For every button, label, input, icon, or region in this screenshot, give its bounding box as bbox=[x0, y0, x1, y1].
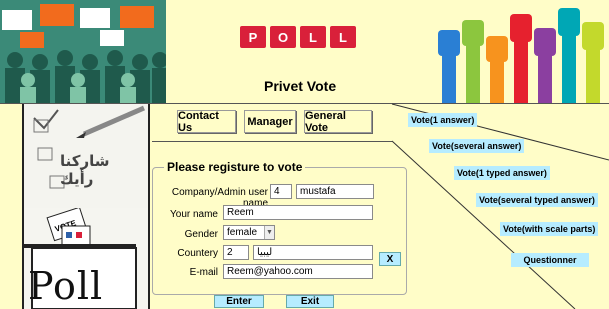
country-label: Countery bbox=[177, 248, 218, 259]
contact-us-button[interactable]: Contact Us bbox=[177, 110, 236, 134]
x-button[interactable]: X bbox=[379, 252, 401, 266]
vote-one-answer-link[interactable]: Vote(1 answer) bbox=[408, 113, 478, 127]
logo-letter-l1: L bbox=[309, 30, 317, 45]
email-input[interactable]: Reem@yahoo.com bbox=[223, 264, 373, 279]
exit-button[interactable]: Exit bbox=[286, 295, 334, 308]
page-title: Privet Vote bbox=[264, 78, 337, 94]
gender-label: Gender bbox=[184, 229, 218, 240]
gender-select[interactable]: female ▼ bbox=[223, 225, 275, 240]
raised-hands-image bbox=[432, 0, 609, 104]
country-name-input[interactable]: ليبيا bbox=[253, 245, 373, 260]
email-label: E-mail bbox=[189, 267, 218, 278]
manager-button[interactable]: Manager bbox=[244, 110, 296, 133]
arabic-slogan: شاركنا رأيك bbox=[60, 152, 110, 188]
company-name-input[interactable]: mustafa bbox=[296, 184, 374, 199]
logo-letter-l2: L bbox=[339, 30, 347, 45]
company-id-input[interactable]: 4 bbox=[270, 184, 292, 199]
name-label: Your name bbox=[170, 209, 218, 220]
vote-one-typed-answer-link[interactable]: Vote(1 typed answer) bbox=[454, 166, 550, 180]
vote-several-answer-link[interactable]: Vote(several answer) bbox=[429, 139, 525, 153]
checklist-image: شاركنا رأيك bbox=[24, 104, 148, 208]
logo-letter-o: O bbox=[278, 30, 288, 45]
nav-divider bbox=[152, 141, 392, 142]
logo-letter-p: P bbox=[249, 30, 258, 45]
vote-several-typed-answer-link[interactable]: Vote(several typed answer) bbox=[476, 193, 598, 207]
poll-logo: P O L L bbox=[230, 22, 366, 52]
questionner-link[interactable]: Questionner bbox=[511, 253, 589, 267]
vote-scale-parts-link[interactable]: Vote(with scale parts) bbox=[500, 222, 599, 236]
country-id-input[interactable]: 2 bbox=[223, 245, 249, 260]
chevron-down-icon[interactable]: ▼ bbox=[264, 226, 274, 239]
register-legend: Please registure to vote bbox=[164, 160, 306, 174]
crowd-banner-image bbox=[0, 0, 166, 104]
left-image-panel: شاركنا رأيك VOTE Poll bbox=[22, 104, 150, 309]
poll-window: P O L L Privet Vote شاركنا رأيك Poll Con… bbox=[0, 0, 609, 309]
name-input[interactable]: Reem bbox=[223, 205, 373, 220]
ballot-box-label: Poll bbox=[28, 264, 104, 308]
enter-button[interactable]: Enter bbox=[214, 295, 264, 308]
gender-value: female bbox=[227, 227, 258, 238]
general-vote-button[interactable]: General Vote bbox=[304, 110, 372, 134]
